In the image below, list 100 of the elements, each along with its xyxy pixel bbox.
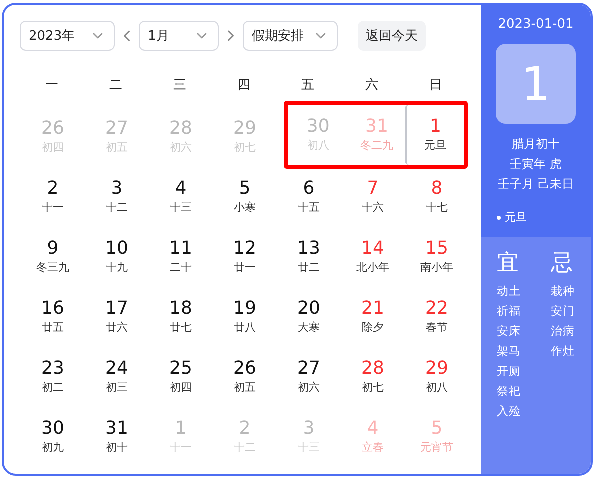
day-cell[interactable]: 22 春节	[404, 287, 468, 347]
day-cell[interactable]: 5 小寒	[212, 167, 276, 227]
day-number: 4	[175, 178, 187, 200]
month-select[interactable]: 1月	[139, 21, 219, 51]
day-cell[interactable]: 26 初五	[212, 347, 276, 407]
day-cell[interactable]: 19 廿八	[212, 287, 276, 347]
day-cell[interactable]: 10 十九	[84, 227, 148, 287]
day-cell[interactable]: 20 大寒	[276, 287, 340, 347]
good-item: 开厕	[497, 363, 521, 380]
day-cell[interactable]: 23 初二	[20, 347, 84, 407]
weekday-label: 五	[300, 77, 316, 94]
day-cell[interactable]: 27 初六	[276, 347, 340, 407]
day-cell[interactable]: 9 冬三九	[20, 227, 84, 287]
lunar-label: 初十	[106, 440, 128, 456]
selected-date: 2023-01-01	[498, 17, 574, 32]
bad-title: 忌	[551, 250, 574, 278]
day-cell[interactable]: 3 十二	[84, 167, 148, 227]
lunar-label: 春节	[426, 320, 448, 336]
day-cell[interactable]: 31 初十	[84, 407, 148, 467]
day-number: 13	[298, 238, 320, 260]
good-item: 祭祀	[497, 383, 521, 400]
day-number: 15	[426, 238, 448, 260]
lunar-label: 初九	[42, 440, 64, 456]
day-number: 4	[367, 418, 379, 440]
weekday-label: 四	[236, 77, 252, 94]
day-number: 5	[239, 178, 251, 200]
day-cell[interactable]: 13 廿二	[276, 227, 340, 287]
lunar-label: 冬二九	[360, 138, 394, 154]
lunar-label: 元宵节	[420, 440, 454, 456]
lunar-date: 腊月初十	[512, 136, 560, 153]
day-number: 14	[362, 238, 384, 260]
day-cell[interactable]: 11 二十	[148, 227, 212, 287]
lunar-label: 廿八	[234, 320, 256, 336]
lunar-label: 初八	[426, 380, 448, 396]
day-number: 29	[234, 118, 256, 140]
lunar-label: 廿七	[170, 320, 192, 336]
day-number: 8	[431, 178, 443, 200]
weekday-label: 三	[172, 77, 188, 94]
bad-item: 作灶	[551, 343, 575, 360]
day-number: 16	[42, 298, 64, 320]
day-cell[interactable]: 18 廿七	[148, 287, 212, 347]
good-item: 动土	[497, 283, 521, 300]
day-cell[interactable]: 4 十三	[148, 167, 212, 227]
lunar-label: 廿二	[298, 260, 320, 276]
lunar-label: 二十	[170, 260, 192, 276]
festival-name: 元旦	[505, 211, 527, 224]
day-number: 7	[367, 178, 379, 200]
day-cell[interactable]: 28 初七	[340, 347, 404, 407]
day-number: 5	[431, 418, 443, 440]
lunar-label: 元旦	[424, 138, 447, 154]
day-number: 21	[362, 298, 384, 320]
day-number: 17	[106, 298, 128, 320]
bad-item: 安门	[551, 303, 575, 320]
day-number: 3	[303, 418, 315, 440]
lunar-label: 小寒	[234, 200, 256, 216]
day-number: 25	[170, 358, 192, 380]
day-number: 9	[47, 238, 59, 260]
day-cell[interactable]: 7 十六	[340, 167, 404, 227]
bullet-icon	[497, 216, 501, 220]
month-day-ganzhi: 壬子月 己未日	[498, 176, 574, 193]
day-number: 24	[106, 358, 128, 380]
day-number: 12	[234, 238, 256, 260]
day-cell[interactable]: 6 十五	[276, 167, 340, 227]
day-cell[interactable]: 12 廿一	[212, 227, 276, 287]
lunar-label: 十五	[298, 200, 320, 216]
day-cell[interactable]: 21 除夕	[340, 287, 404, 347]
day-number: 22	[426, 298, 448, 320]
lunar-label: 除夕	[362, 320, 384, 336]
day-number: 28	[362, 358, 384, 380]
weekday-label: 二	[108, 77, 124, 94]
day-number: 27	[106, 118, 128, 140]
day-number: 28	[170, 118, 192, 140]
day-cell[interactable]: 25 初四	[148, 347, 212, 407]
day-cell[interactable]: 2 十一	[20, 167, 84, 227]
day-number: 30	[306, 116, 330, 138]
day-cell[interactable]: 15 南小年	[404, 227, 468, 287]
day-cell[interactable]: 17 廿六	[84, 287, 148, 347]
day-number: 30	[42, 418, 64, 440]
day-cell[interactable]: 30 初九	[20, 407, 84, 467]
day-cell[interactable]: 29 初八	[404, 347, 468, 407]
holiday-select[interactable]: 假期安排	[243, 21, 338, 51]
weekday-label: 一	[44, 77, 60, 94]
year-select[interactable]: 2023年	[20, 21, 115, 51]
lunar-label: 十一	[42, 200, 64, 216]
day-cell[interactable]: 14 北小年	[340, 227, 404, 287]
today-button[interactable]: 返回今天	[358, 21, 426, 51]
day-cell[interactable]: 8 十七	[404, 167, 468, 227]
day-number: 31	[106, 418, 128, 440]
day-cell[interactable]: 16 廿五	[20, 287, 84, 347]
day-number: 10	[106, 238, 128, 260]
lunar-label: 冬三九	[36, 260, 70, 276]
lunar-label: 初七	[362, 380, 384, 396]
weekday-label: 日	[428, 77, 444, 94]
day-cell[interactable]: 24 初三	[84, 347, 148, 407]
good-title: 宜	[497, 250, 520, 278]
day-cell[interactable]: 1 元旦	[405, 105, 464, 165]
day-number: 1	[430, 116, 442, 138]
lunar-label: 十七	[426, 200, 448, 216]
lunar-label: 初六	[298, 380, 320, 396]
day-number: 20	[298, 298, 320, 320]
